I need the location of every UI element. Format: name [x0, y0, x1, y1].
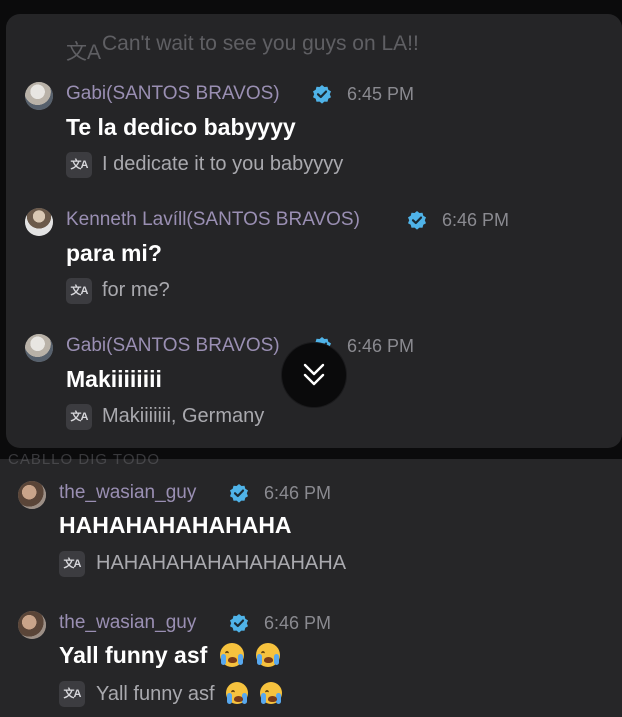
- translate-icon: 文A: [66, 278, 92, 304]
- translate-icon: 文A: [59, 551, 85, 577]
- message-text: Makiiiiiiii: [66, 366, 162, 392]
- loudly-crying-face-icon: [259, 682, 282, 704]
- author-name[interactable]: the_wasian_guy: [59, 482, 196, 504]
- message-item[interactable]: the_wasian_guy 6:46 PM Yall funny asf 文A…: [0, 609, 622, 717]
- verified-badge-icon: [230, 614, 248, 633]
- translated-text: Makiiiiiii, Germany: [102, 405, 265, 427]
- author-name[interactable]: Kenneth Lavíll(SANTOS BRAVOS): [66, 209, 360, 231]
- message-text: HAHAHAHAHAHAHA: [59, 512, 292, 538]
- loudly-crying-face-icon: [226, 682, 249, 704]
- chat-feed: CABLLO DIG TODO the_wasian_guy 6:46 PM H…: [0, 451, 622, 717]
- translate-icon: 文A: [59, 681, 85, 707]
- scroll-to-bottom-button[interactable]: [282, 343, 346, 407]
- avatar[interactable]: [18, 611, 46, 639]
- avatar[interactable]: [25, 82, 53, 110]
- timestamp: 6:46 PM: [264, 613, 332, 633]
- translated-text: HAHAHAHAHAHAHAHAHA: [96, 552, 347, 574]
- avatar[interactable]: [25, 334, 53, 362]
- translated-text: I dedicate it to you babyyyy: [102, 153, 344, 175]
- avatar[interactable]: [25, 208, 53, 236]
- translate-icon: 文A: [66, 404, 92, 430]
- author-name[interactable]: the_wasian_guy: [59, 612, 196, 634]
- message-item[interactable]: the_wasian_guy 6:46 PM HAHAHAHAHAHAHA 文A…: [0, 479, 622, 599]
- author-name[interactable]: Gabi(SANTOS BRAVOS): [66, 83, 280, 105]
- message-text: para mi?: [66, 240, 162, 266]
- verified-badge-icon: [313, 85, 331, 104]
- translated-content: Yall funny asf: [96, 682, 282, 706]
- message-text: Te la dedico babyyyy: [66, 114, 296, 140]
- avatar[interactable]: [18, 481, 46, 509]
- translate-icon: 文A: [66, 152, 92, 178]
- timestamp: 6:46 PM: [347, 336, 415, 356]
- message-item[interactable]: Gabi(SANTOS BRAVOS) 6:45 PM Te la dedico…: [6, 78, 622, 198]
- timestamp: 6:46 PM: [442, 210, 510, 230]
- verified-badge-icon: [230, 484, 248, 503]
- translate-icon: 文A: [66, 41, 102, 64]
- translated-text: Yall funny asf: [96, 683, 215, 705]
- timestamp: 6:46 PM: [264, 483, 332, 503]
- loudly-crying-face-icon: [219, 643, 244, 667]
- author-name[interactable]: Gabi(SANTOS BRAVOS): [66, 335, 280, 357]
- message-content: Yall funny asf: [59, 642, 281, 669]
- clipped-previous-message: CABLLO DIG TODO: [8, 451, 160, 468]
- message-item[interactable]: Kenneth Lavíll(SANTOS BRAVOS) 6:46 PM pa…: [6, 204, 622, 324]
- translated-text: for me?: [102, 279, 170, 301]
- timestamp: 6:45 PM: [347, 84, 415, 104]
- double-chevron-down-icon: [303, 363, 325, 386]
- message-text: Yall funny asf: [59, 642, 208, 668]
- verified-badge-icon: [408, 211, 426, 230]
- loudly-crying-face-icon: [256, 643, 281, 667]
